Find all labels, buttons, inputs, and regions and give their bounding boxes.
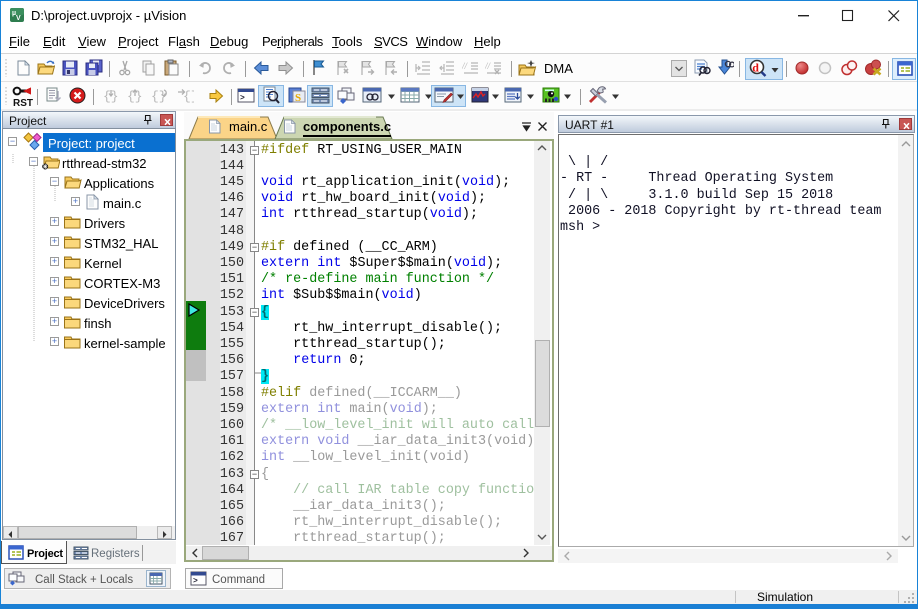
svg-text:V: V	[16, 15, 21, 22]
svg-text://: //	[462, 61, 469, 71]
svg-text:>: >	[240, 94, 245, 103]
svg-text:{}: {}	[183, 89, 194, 104]
svg-text:d: d	[752, 61, 759, 75]
svg-text:RST: RST	[13, 98, 33, 109]
svg-text:>: >	[193, 577, 198, 586]
svg-text:S: S	[295, 92, 301, 104]
svg-text://: //	[485, 61, 492, 71]
